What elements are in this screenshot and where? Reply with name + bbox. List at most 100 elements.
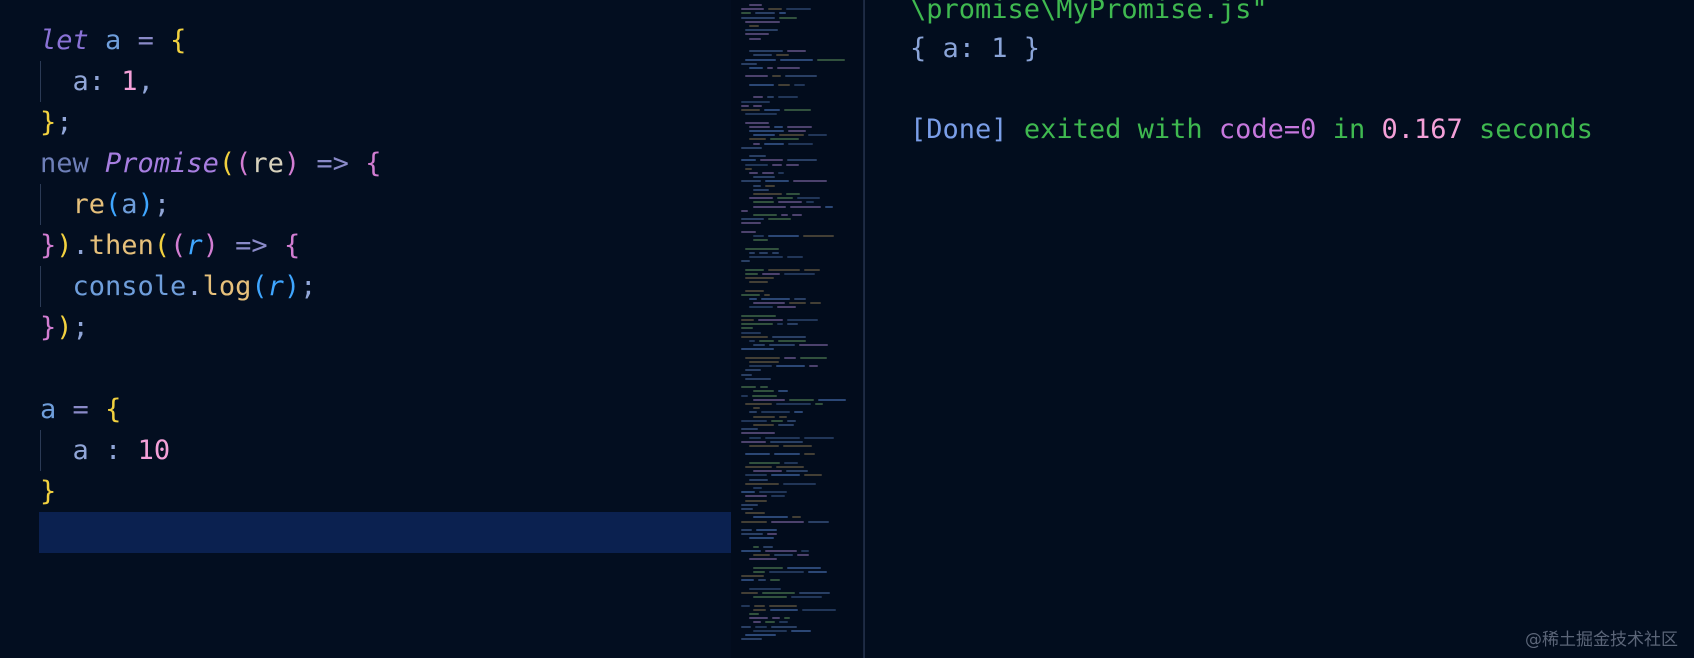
token-paren: (	[105, 189, 122, 220]
code-line-10[interactable]: a = {	[40, 389, 121, 430]
minimap-code-line	[753, 596, 787, 599]
minimap-code-line	[745, 369, 761, 372]
minimap-code-line	[825, 205, 833, 208]
minimap-code-line	[794, 83, 805, 86]
minimap-code-line	[745, 268, 764, 271]
minimap-code-line	[787, 256, 803, 258]
minimap-code-line	[749, 558, 777, 561]
minimap-code-line	[774, 125, 783, 128]
minimap-code-line	[741, 16, 775, 19]
minimap-code-line	[799, 592, 830, 594]
minimap-code-line	[765, 621, 775, 624]
token-param: r	[186, 230, 203, 261]
minimap-code-line	[741, 592, 758, 594]
minimap-code-line	[771, 495, 785, 498]
minimap-code-line	[749, 587, 781, 590]
code-line-4[interactable]: new Promise((re) => {	[40, 143, 381, 184]
minimap-code-line	[787, 50, 806, 53]
minimap-code-line	[745, 272, 758, 275]
minimap-code-line	[741, 550, 761, 552]
minimap-code-line	[749, 125, 770, 128]
token-function: log	[202, 271, 252, 302]
minimap-code-line	[741, 440, 766, 443]
minimap-code-line	[767, 533, 777, 536]
minimap-code-line	[753, 134, 775, 137]
minimap-code-line	[749, 411, 757, 414]
minimap-code-line	[799, 344, 828, 347]
minimap-code-line	[764, 109, 780, 111]
minimap-code-line	[755, 625, 767, 628]
minimap-code-line	[803, 235, 834, 237]
code-line-1[interactable]: let a = {	[40, 20, 186, 61]
minimap-code-line	[772, 335, 806, 338]
minimap-code-line	[745, 167, 752, 170]
code-editor[interactable]: let a = { a: 1, }; new Promise((re) => {…	[0, 0, 731, 658]
token-brace: }	[40, 107, 57, 138]
minimap-code-line	[749, 50, 783, 53]
minimap-code-line	[745, 113, 777, 116]
minimap-code-line	[770, 579, 780, 582]
minimap-code-line	[771, 419, 783, 422]
minimap-code-line	[779, 16, 797, 19]
minimap-code-line	[745, 356, 780, 359]
minimap-code-line	[741, 491, 755, 494]
minimap-code-line	[801, 550, 809, 552]
minimap-code-line	[753, 554, 770, 557]
minimap-code-line	[797, 197, 820, 200]
code-line-8[interactable]: });	[40, 307, 89, 348]
minimap-code-line	[786, 163, 799, 166]
minimap-code-line	[745, 247, 779, 250]
token-punct: ,	[137, 66, 154, 97]
token-property: a	[72, 435, 89, 466]
minimap-code-line	[749, 256, 783, 258]
minimap-code-line	[741, 348, 774, 351]
minimap-code-line	[760, 159, 783, 162]
minimap-code-line	[765, 436, 800, 439]
exit-code: code=0	[1218, 114, 1317, 145]
minimap-code-line	[770, 138, 799, 141]
minimap-code-line	[753, 54, 772, 57]
minimap-code-line	[778, 390, 788, 393]
minimap-code-line	[786, 8, 811, 11]
minimap-code-line	[749, 617, 768, 620]
minimap-code-line	[741, 222, 761, 225]
minimap-code-line	[778, 201, 802, 204]
minimap-code-line	[817, 58, 845, 61]
token-brace: {	[105, 394, 122, 425]
minimap-code-line	[777, 306, 796, 309]
token-paren: (	[251, 271, 268, 302]
code-line-6[interactable]: }).then((r) => {	[40, 225, 300, 266]
minimap-code-line	[818, 398, 846, 401]
token-function: then	[88, 230, 154, 261]
token-class: Promise	[105, 148, 219, 179]
minimap-code-line	[791, 596, 822, 599]
minimap-code-line	[745, 33, 769, 36]
minimap-code-line	[749, 155, 766, 158]
code-line-12[interactable]: }	[40, 471, 56, 512]
code-line-2[interactable]: a: 1,	[40, 61, 154, 102]
minimap-code-line	[762, 272, 780, 275]
minimap-code-line	[753, 407, 760, 410]
code-line-5[interactable]: re(a);	[40, 184, 171, 225]
minimap-code-line	[741, 604, 750, 607]
minimap-code-line	[753, 571, 765, 573]
token-paren: )	[283, 148, 301, 179]
minimap-code-line	[753, 487, 762, 489]
minimap-code-line	[741, 62, 757, 65]
minimap-code-line	[741, 575, 764, 578]
minimap[interactable]	[731, 0, 864, 658]
minimap-code-line	[768, 218, 791, 221]
minimap-code-line	[764, 293, 770, 296]
code-line-11[interactable]: a : 10	[40, 430, 171, 471]
code-line-7[interactable]: console.log(r);	[40, 266, 317, 307]
minimap-code-line	[749, 83, 774, 86]
minimap-code-line	[787, 125, 812, 128]
minimap-code-line	[808, 520, 829, 523]
minimap-code-line	[741, 109, 760, 111]
minimap-code-line	[776, 466, 804, 468]
minimap-code-line	[788, 142, 813, 145]
code-line-3[interactable]: };	[40, 102, 73, 143]
token-arrow: =>	[235, 230, 268, 261]
minimap-code-line	[745, 499, 767, 502]
minimap-code-line	[753, 470, 782, 473]
